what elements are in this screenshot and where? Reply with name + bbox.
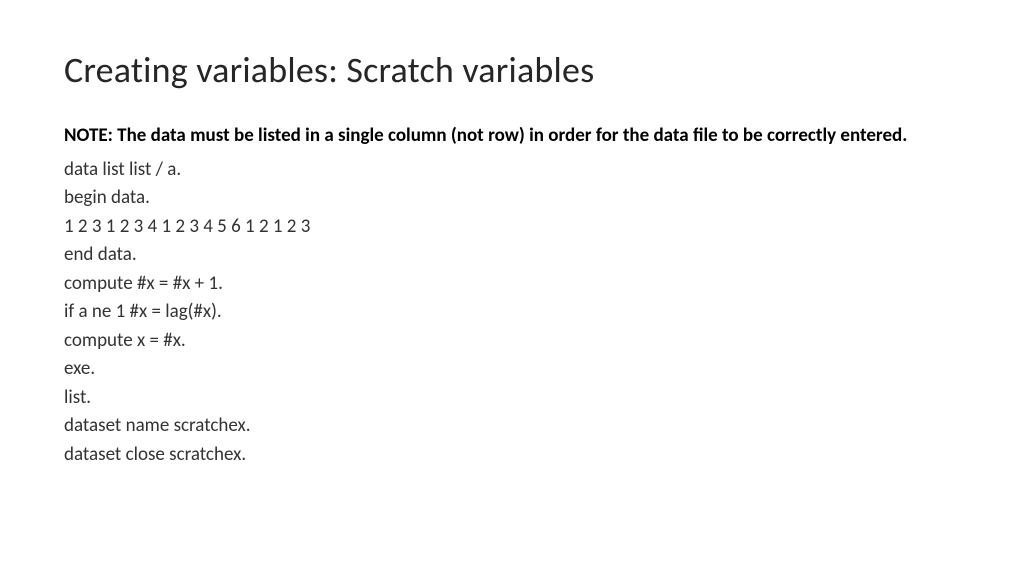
code-line: exe. xyxy=(64,355,960,384)
code-line: compute x = #x. xyxy=(64,327,960,356)
code-line: end data. xyxy=(64,241,960,270)
code-line: dataset name scratchex. xyxy=(64,412,960,441)
code-line: data list list / a. xyxy=(64,156,960,185)
code-line: list. xyxy=(64,384,960,413)
code-line: begin data. xyxy=(64,184,960,213)
code-line: compute #x = #x + 1. xyxy=(64,270,960,299)
slide-title: Creating variables: Scratch variables xyxy=(64,48,960,92)
code-line: dataset close scratchex. xyxy=(64,441,960,470)
note-text: NOTE: The data must be listed in a singl… xyxy=(64,124,960,148)
code-line: if a ne 1 #x = lag(#x). xyxy=(64,298,960,327)
code-line: 1 2 3 1 2 3 4 1 2 3 4 5 6 1 2 1 2 3 xyxy=(64,213,960,242)
